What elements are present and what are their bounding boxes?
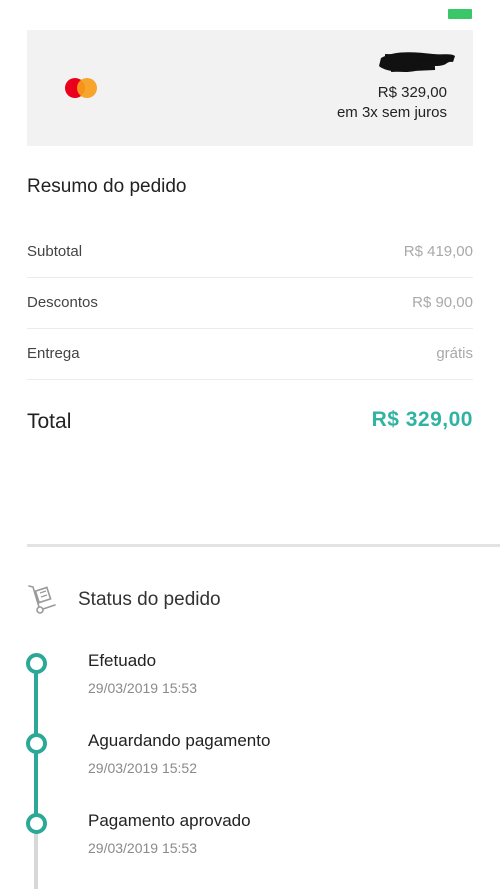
summary-row-value: grátis bbox=[436, 345, 473, 362]
order-detail-screen: R$ 329,00 em 3x sem juros Resumo do pedi… bbox=[0, 0, 500, 889]
total-value: R$ 329,00 bbox=[371, 408, 473, 431]
payment-card: R$ 329,00 em 3x sem juros bbox=[27, 30, 473, 146]
battery-icon bbox=[448, 9, 472, 19]
timeline-step-title: Aguardando pagamento bbox=[88, 731, 271, 750]
summary-row-value: R$ 419,00 bbox=[403, 243, 473, 260]
timeline-step-date: 29/03/2019 15:53 bbox=[88, 840, 197, 856]
timeline-step-dot bbox=[26, 733, 47, 754]
timeline-step-title: Pagamento aprovado bbox=[88, 811, 251, 830]
summary-row-discounts: Descontos R$ 90,00 bbox=[27, 277, 473, 329]
mastercard-icon bbox=[65, 78, 99, 98]
timeline-step-date: 29/03/2019 15:52 bbox=[88, 760, 197, 776]
section-divider bbox=[27, 544, 500, 547]
summary-row-label: Descontos bbox=[27, 294, 98, 311]
summary-row-value: R$ 90,00 bbox=[412, 294, 473, 311]
redacted-card-number bbox=[379, 52, 455, 72]
order-status-title: Status do pedido bbox=[78, 589, 221, 610]
timeline-step-title: Efetuado bbox=[88, 651, 157, 670]
card-payment-amount: R$ 329,00 bbox=[377, 84, 447, 101]
card-installments: em 3x sem juros bbox=[336, 104, 447, 121]
summary-row-subtotal: Subtotal R$ 419,00 bbox=[27, 226, 473, 278]
order-summary-title: Resumo do pedido bbox=[27, 176, 187, 197]
hand-truck-icon bbox=[28, 585, 56, 614]
mastercard-orange-circle bbox=[77, 78, 97, 98]
total-label: Total bbox=[27, 410, 72, 433]
timeline-step-dot bbox=[26, 653, 47, 674]
timeline-step-date: 29/03/2019 15:53 bbox=[88, 680, 197, 696]
summary-row-delivery: Entrega grátis bbox=[27, 328, 473, 380]
timeline-step-dot bbox=[26, 813, 47, 834]
summary-row-label: Entrega bbox=[27, 345, 80, 362]
summary-row-label: Subtotal bbox=[27, 243, 83, 260]
